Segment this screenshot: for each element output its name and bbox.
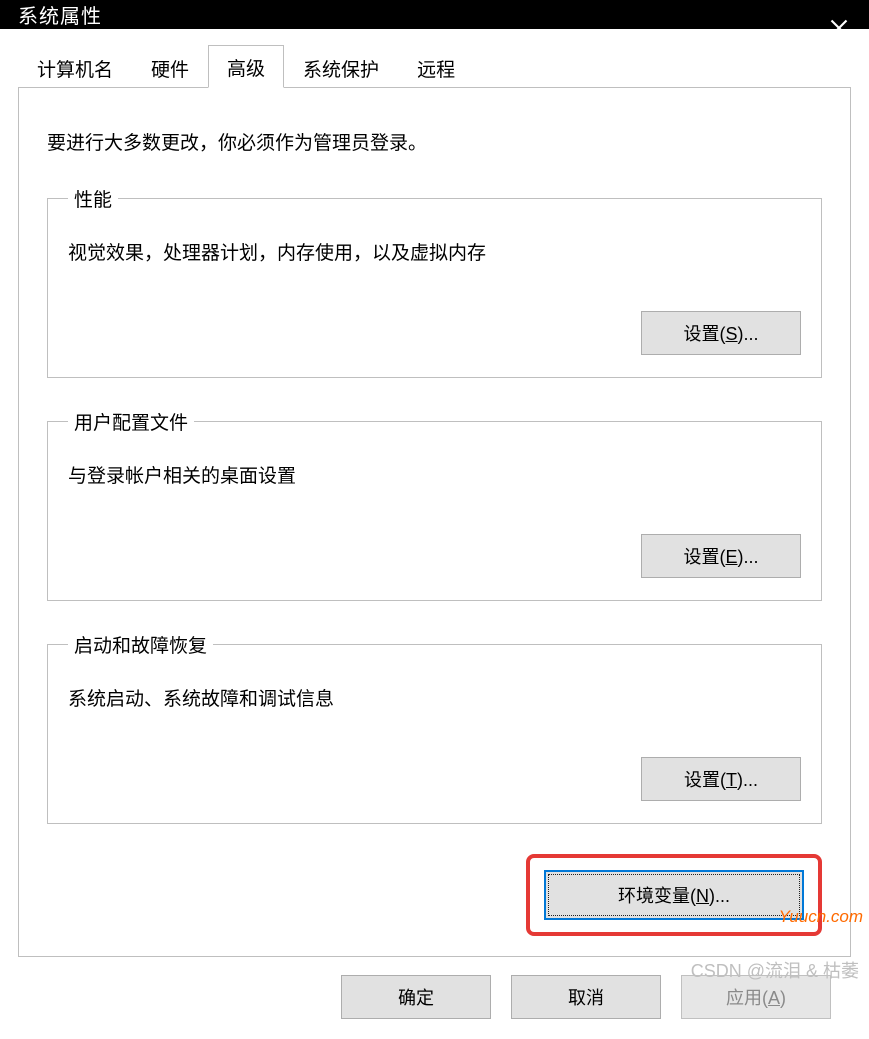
startup-recovery-settings-button[interactable]: 设置(T)...: [641, 757, 801, 801]
performance-settings-button[interactable]: 设置(S)...: [641, 311, 801, 355]
apply-button[interactable]: 应用(A): [681, 975, 831, 1019]
admin-notice: 要进行大多数更改，你必须作为管理员登录。: [47, 128, 822, 155]
dialog-button-row: 确定 取消 应用(A): [18, 957, 851, 1039]
tab-strip: 计算机名 硬件 高级 系统保护 远程: [18, 47, 851, 87]
window-title: 系统属性: [18, 0, 102, 29]
tab-remote[interactable]: 远程: [398, 46, 474, 88]
ok-button[interactable]: 确定: [341, 975, 491, 1019]
environment-variables-button[interactable]: 环境变量(N)...: [544, 870, 804, 920]
user-profiles-group: 用户配置文件 与登录帐户相关的桌面设置 设置(E)...: [47, 408, 822, 601]
user-profiles-legend: 用户配置文件: [68, 408, 194, 435]
startup-recovery-desc: 系统启动、系统故障和调试信息: [68, 684, 801, 711]
tab-computer-name[interactable]: 计算机名: [18, 46, 132, 88]
performance-group: 性能 视觉效果，处理器计划，内存使用，以及虚拟内存 设置(S)...: [47, 185, 822, 378]
close-icon: [830, 19, 848, 37]
title-bar: 系统属性: [0, 0, 869, 29]
tab-advanced[interactable]: 高级: [208, 45, 284, 88]
tab-hardware[interactable]: 硬件: [132, 46, 208, 88]
startup-recovery-legend: 启动和故障恢复: [68, 631, 213, 658]
tab-panel-advanced: 要进行大多数更改，你必须作为管理员登录。 性能 视觉效果，处理器计划，内存使用，…: [18, 87, 851, 957]
env-var-row: 环境变量(N)...: [47, 854, 822, 936]
user-profiles-settings-button[interactable]: 设置(E)...: [641, 534, 801, 578]
tab-system-protection[interactable]: 系统保护: [284, 46, 398, 88]
performance-desc: 视觉效果，处理器计划，内存使用，以及虚拟内存: [68, 238, 801, 265]
cancel-button[interactable]: 取消: [511, 975, 661, 1019]
system-properties-window: 系统属性 计算机名 硬件 高级 系统保护 远程 要进行大多数更改，你必须作为管理…: [0, 0, 869, 995]
startup-recovery-group: 启动和故障恢复 系统启动、系统故障和调试信息 设置(T)...: [47, 631, 822, 824]
performance-legend: 性能: [68, 185, 118, 212]
env-var-highlight: 环境变量(N)...: [526, 854, 822, 936]
user-profiles-desc: 与登录帐户相关的桌面设置: [68, 461, 801, 488]
dialog-body: 计算机名 硬件 高级 系统保护 远程 要进行大多数更改，你必须作为管理员登录。 …: [0, 29, 869, 1039]
